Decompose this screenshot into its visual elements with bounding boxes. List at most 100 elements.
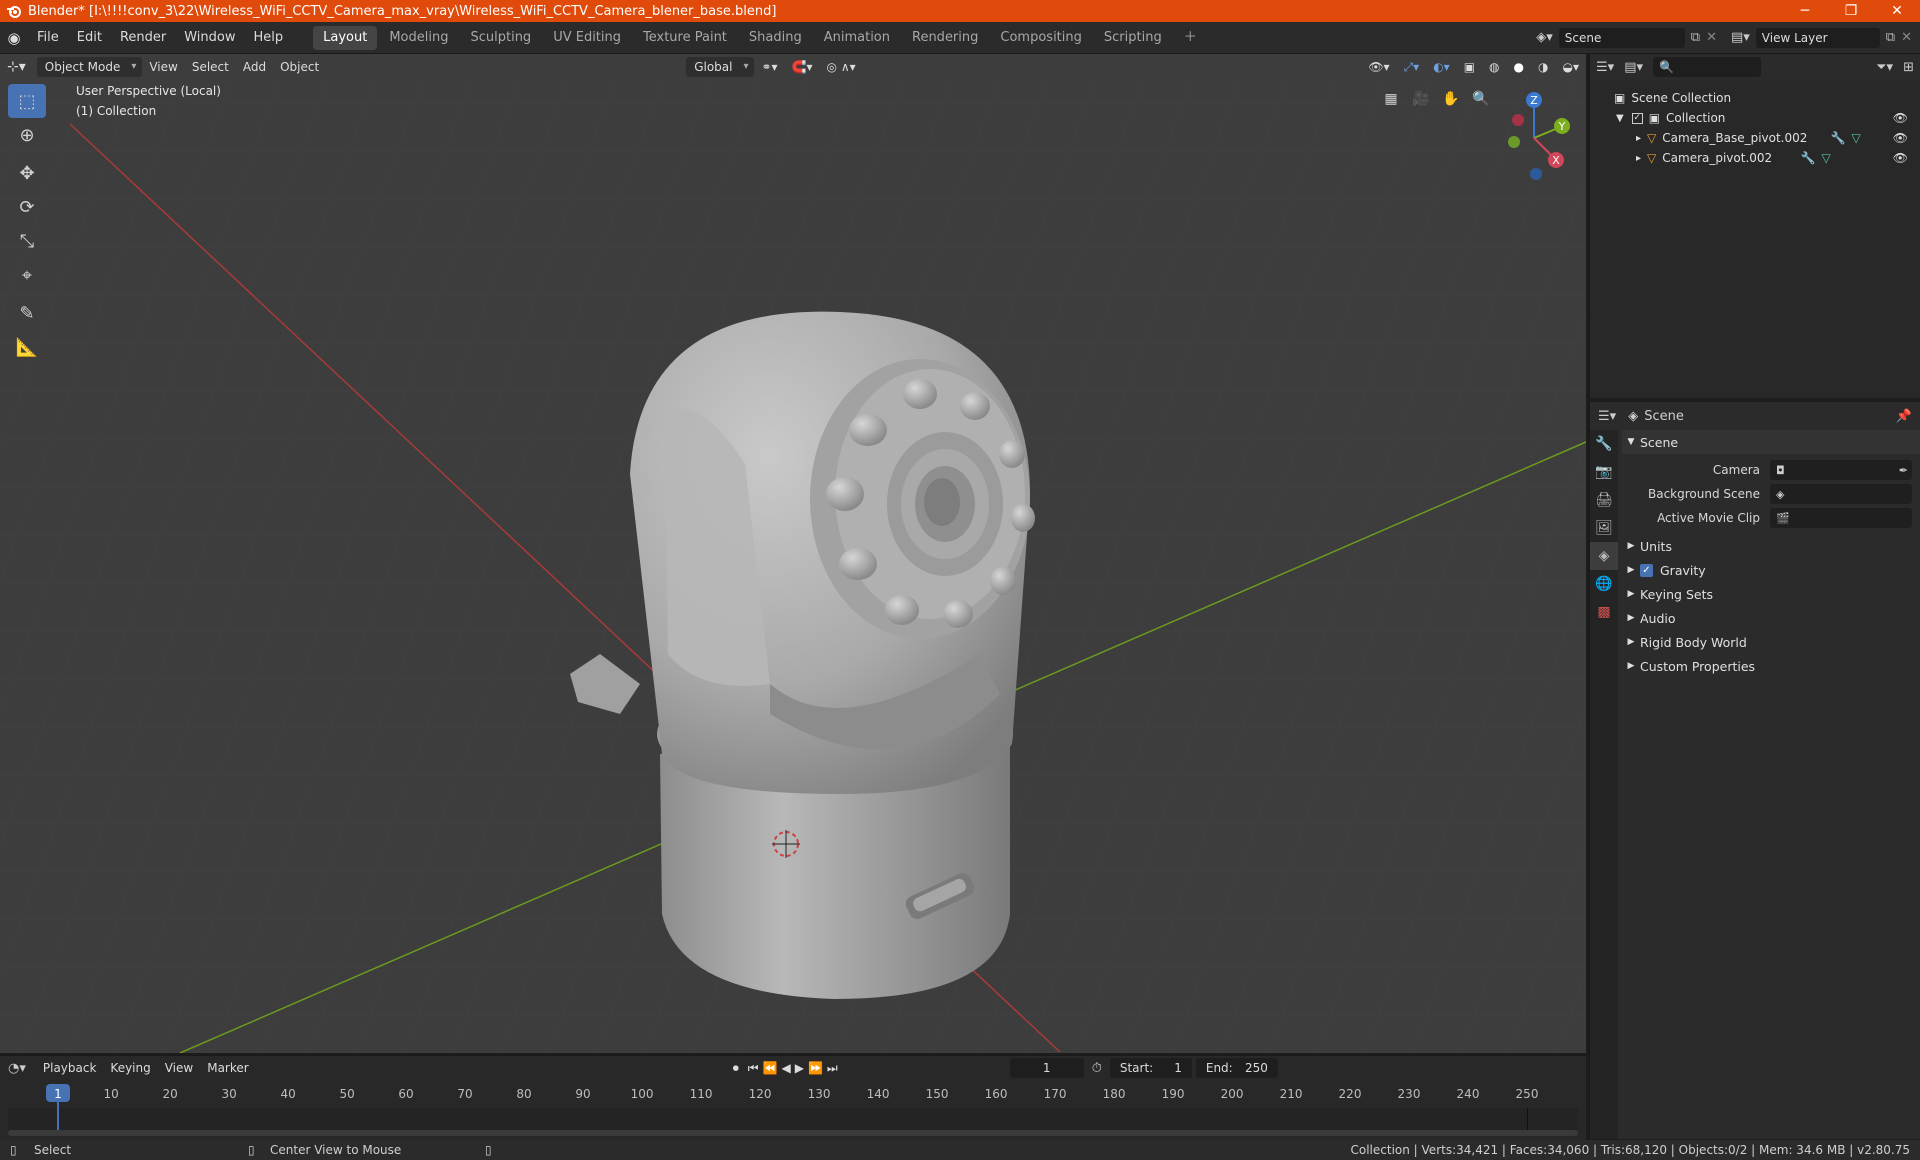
play-icon[interactable]: ▶ (793, 1057, 806, 1079)
outliner-collection-row[interactable]: ▼ ✓ ▣ Collection 👁 (1590, 108, 1920, 128)
properties-editor-type-icon[interactable]: ☰▾ (1598, 409, 1616, 424)
zoom-view-icon[interactable]: 🔍 (1468, 86, 1494, 112)
axis-gizmo[interactable]: Z Y X (1496, 88, 1576, 184)
expand-arrow-icon[interactable]: ▸ (1636, 153, 1641, 164)
timeline-scrollbar[interactable] (8, 1130, 1578, 1136)
display-mode-icon[interactable]: ▤▾ (1624, 60, 1643, 75)
scale-tool-icon[interactable]: ⤡ (8, 224, 46, 258)
visibility-icon[interactable]: 👁▾ (1361, 56, 1396, 78)
outliner-search-input[interactable]: 🔍 (1653, 57, 1761, 77)
mode-dropdown[interactable]: Object Mode (36, 57, 143, 77)
world-tab-icon[interactable]: 🌐 (1590, 570, 1618, 598)
view-layer-field[interactable]: View Layer (1755, 27, 1880, 48)
background-scene-field[interactable]: ◈ (1770, 484, 1912, 504)
restore-icon[interactable]: ❐ (1828, 3, 1874, 19)
mesh-data-icon[interactable]: ▽ (1852, 131, 1861, 145)
eyedropper-icon[interactable]: ✒ (1899, 464, 1908, 477)
render-tab-icon[interactable]: 📷 (1590, 458, 1618, 486)
tab-uv-editing[interactable]: UV Editing (543, 26, 631, 50)
solid-shading-icon[interactable]: ● (1507, 56, 1531, 78)
measure-tool-icon[interactable]: 📐 (8, 330, 46, 364)
new-scene-icon[interactable]: ⧉ (1691, 30, 1700, 45)
outliner-object-row[interactable]: ▸ ▽ Camera_Base_pivot.002 🔧 ▽ 👁 (1590, 128, 1920, 148)
gravity-checkbox[interactable]: ✓ (1640, 563, 1653, 577)
modifier-wrench-icon[interactable]: 🔧 (1831, 131, 1846, 145)
tab-animation[interactable]: Animation (814, 26, 900, 50)
current-frame-field[interactable]: 1 (1009, 1058, 1084, 1078)
menu-file[interactable]: File (28, 22, 68, 54)
visibility-eye-icon[interactable]: 👁 (1893, 151, 1908, 165)
units-subpanel[interactable]: ▶ Units (1622, 534, 1920, 558)
view-layer-icon[interactable]: ▤▾ (1731, 30, 1750, 45)
editor-type-icon[interactable]: ⊹▾ (0, 56, 33, 78)
pin-icon[interactable]: 📌 (1896, 409, 1912, 424)
tool-tab-icon[interactable]: 🔧 (1590, 430, 1618, 458)
collapse-arrow-icon[interactable]: ▼ (1616, 113, 1624, 124)
gizmo-toggle-icon[interactable]: ⤢▾ (1397, 56, 1427, 78)
menu-window[interactable]: Window (175, 22, 244, 54)
3d-viewport[interactable]: ⊹▾ Object Mode View Select Add Object Gl… (0, 54, 1586, 1053)
outliner-scene-collection[interactable]: ▣ Scene Collection (1590, 88, 1920, 108)
visibility-eye-icon[interactable]: 👁 (1893, 111, 1908, 125)
add-workspace-icon[interactable]: ＋ (1174, 26, 1207, 50)
collection-checkbox[interactable]: ✓ (1631, 112, 1643, 124)
close-icon[interactable]: ✕ (1874, 3, 1920, 19)
active-movie-clip-field[interactable]: 🎬 (1770, 508, 1912, 528)
mesh-data-icon[interactable]: ▽ (1822, 151, 1831, 165)
delete-view-layer-icon[interactable]: ✕ (1901, 30, 1912, 45)
overlay-toggle-icon[interactable]: ◐▾ (1426, 56, 1457, 78)
menu-marker[interactable]: Marker (200, 1057, 255, 1079)
tab-layout[interactable]: Layout (313, 25, 378, 50)
tab-rendering[interactable]: Rendering (902, 26, 988, 50)
new-collection-icon[interactable]: ⊞ (1903, 60, 1914, 75)
tab-scripting[interactable]: Scripting (1094, 26, 1172, 50)
tab-modeling[interactable]: Modeling (379, 26, 458, 50)
menu-add[interactable]: Add (236, 56, 273, 78)
camera-view-icon[interactable]: 🎥 (1408, 86, 1434, 112)
filter-icon[interactable]: ⏷▾ (1876, 60, 1893, 75)
scene-icon[interactable]: ◈▾ (1536, 30, 1553, 45)
material-shading-icon[interactable]: ◑ (1531, 56, 1555, 78)
xray-icon[interactable]: ▣ (1457, 56, 1482, 78)
menu-edit[interactable]: Edit (68, 22, 111, 54)
keying-sets-subpanel[interactable]: ▶ Keying Sets (1622, 582, 1920, 606)
prev-keyframe-icon[interactable]: ⏪ (761, 1057, 780, 1079)
transform-orientation-dropdown[interactable]: Global (686, 57, 755, 77)
rigid-body-world-subpanel[interactable]: ▶ Rigid Body World (1622, 630, 1920, 654)
end-frame-field[interactable]: End: 250 (1195, 1058, 1278, 1078)
timeline-ruler[interactable]: 1 10 20 30 40 50 60 70 80 90 100 110 120 130 140 150 160… (0, 1080, 1586, 1138)
tab-sculpting[interactable]: Sculpting (460, 26, 541, 50)
camera-field[interactable]: ◘ ✒ (1770, 460, 1912, 480)
texture-tab-icon[interactable]: ▩ (1590, 598, 1618, 626)
view-layer-tab-icon[interactable]: 🖼 (1590, 514, 1618, 542)
outliner-editor-type-icon[interactable]: ☰▾ (1596, 60, 1614, 75)
timeline-editor-type-icon[interactable]: ◔▾ (8, 1061, 26, 1076)
scene-field[interactable]: Scene (1558, 27, 1685, 48)
blender-menu-icon[interactable]: ◉ (0, 29, 28, 47)
menu-playback[interactable]: Playback (36, 1057, 104, 1079)
wireframe-shading-icon[interactable]: ◍ (1482, 56, 1506, 78)
jump-start-icon[interactable]: ⏮ (746, 1057, 761, 1079)
play-reverse-icon[interactable]: ◀ (779, 1057, 792, 1079)
move-tool-icon[interactable]: ✥ (8, 156, 46, 190)
tab-compositing[interactable]: Compositing (990, 26, 1092, 50)
annotate-tool-icon[interactable]: ✎ (8, 296, 46, 330)
minimize-icon[interactable]: ─ (1782, 3, 1828, 19)
transform-tool-icon[interactable]: ⌖ (8, 258, 46, 292)
menu-render[interactable]: Render (111, 22, 175, 54)
toggle-grid-icon[interactable]: ▦ (1378, 86, 1404, 112)
outliner-object-row[interactable]: ▸ ▽ Camera_pivot.002 🔧 ▽ 👁 (1590, 148, 1920, 168)
menu-keying[interactable]: Keying (103, 1057, 157, 1079)
rotate-tool-icon[interactable]: ⟳ (8, 190, 46, 224)
scene-panel-header[interactable]: ▼ Scene (1622, 430, 1920, 454)
expand-arrow-icon[interactable]: ▸ (1636, 133, 1641, 144)
menu-timeline-view[interactable]: View (158, 1057, 200, 1079)
snap-icon[interactable]: 🧲▾ (785, 56, 820, 78)
record-icon[interactable]: ⏺ (726, 1057, 746, 1079)
scene-tab-icon[interactable]: ◈ (1590, 542, 1618, 570)
cursor-tool-icon[interactable]: ⊕ (8, 118, 46, 152)
tab-shading[interactable]: Shading (739, 26, 812, 50)
output-tab-icon[interactable]: 🖨 (1590, 486, 1618, 514)
audio-subpanel[interactable]: ▶ Audio (1622, 606, 1920, 630)
gravity-subpanel[interactable]: ▶ ✓ Gravity (1622, 558, 1920, 582)
